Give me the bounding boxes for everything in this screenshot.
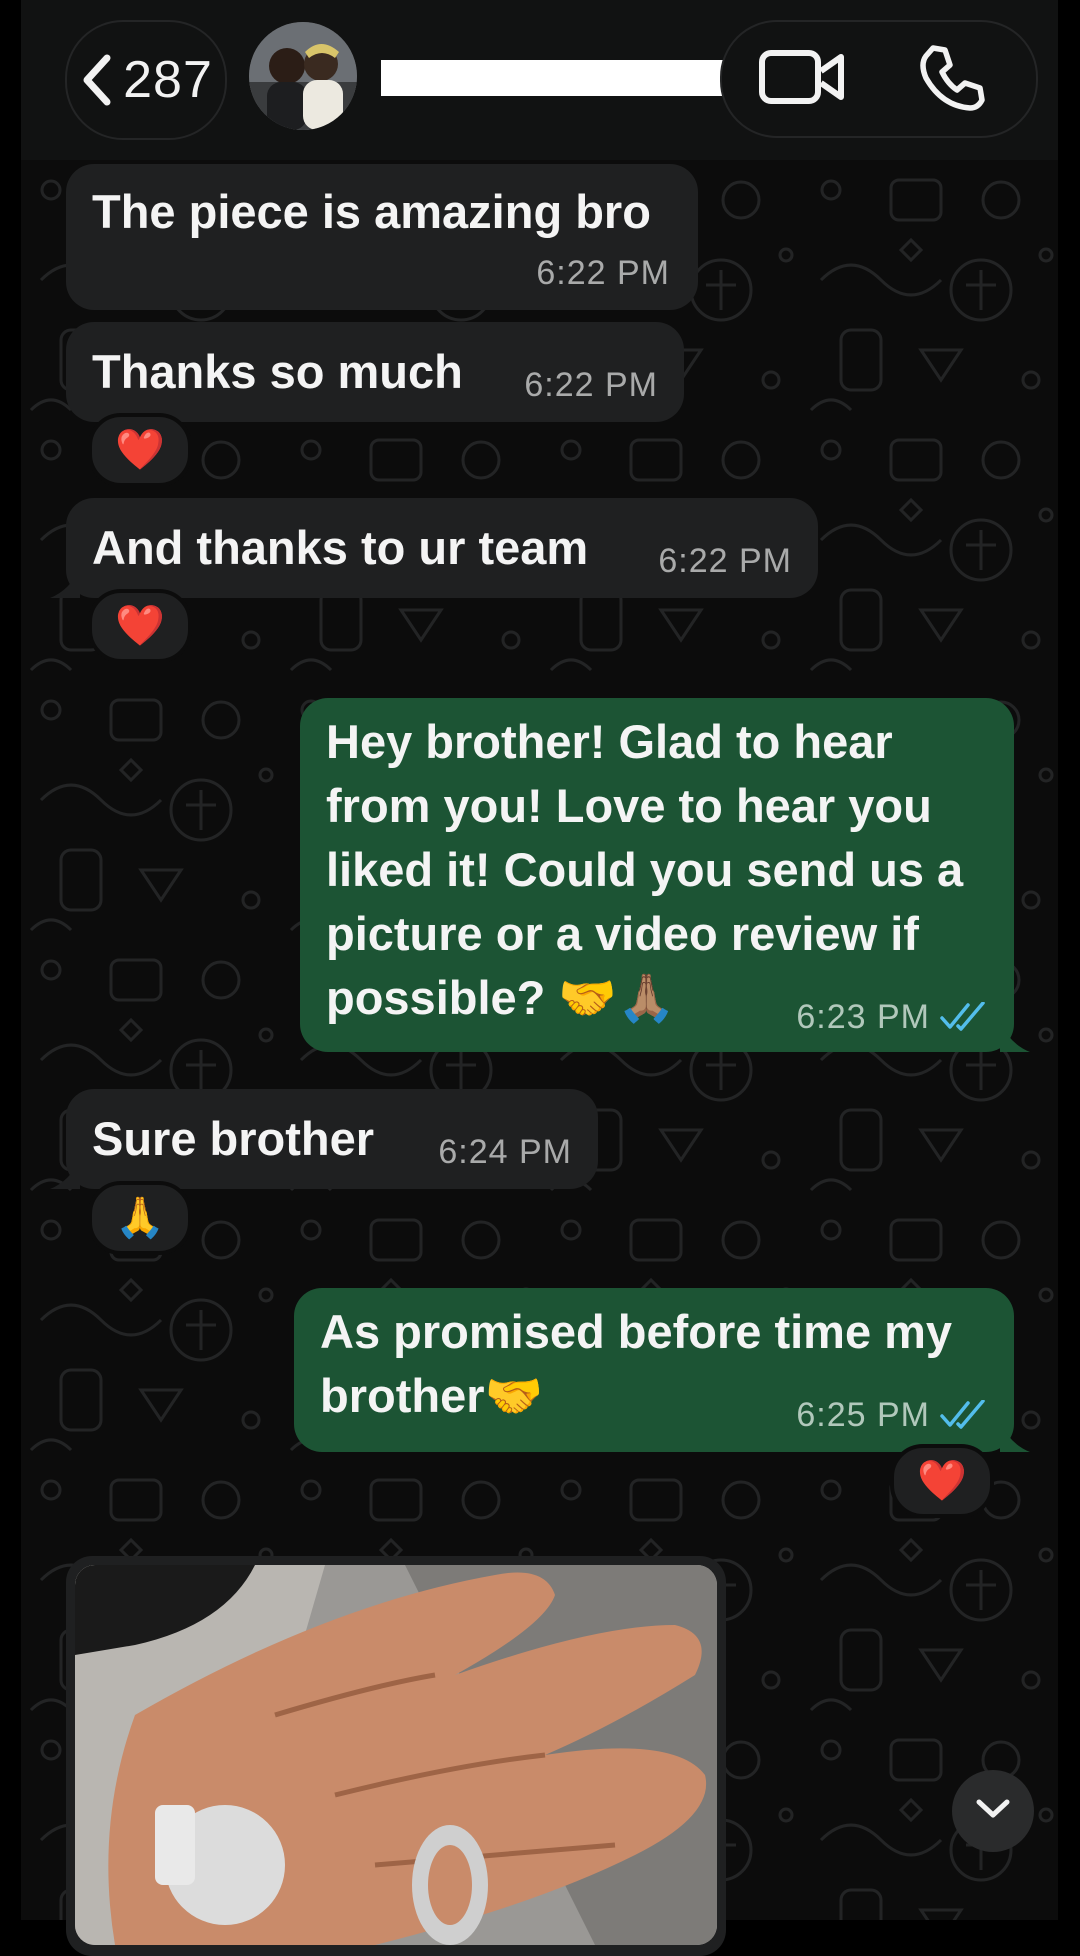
voice-call-button[interactable]: [892, 22, 1012, 136]
chevron-down-icon: [973, 1797, 1013, 1826]
message-line: Hey brother! Glad to hear: [326, 715, 893, 768]
contact-name-redacted[interactable]: [381, 60, 737, 96]
incoming-message[interactable]: Sure brother 6:24 PM: [50, 1089, 598, 1189]
incoming-message[interactable]: And thanks to ur team 6:22 PM: [50, 498, 818, 598]
message-time: 6:22 PM: [536, 254, 670, 292]
message-text: Thanks so much: [92, 345, 463, 398]
scroll-to-bottom-button[interactable]: [952, 1770, 1034, 1852]
bubble-tail: [50, 568, 80, 598]
screen-edge-left: [0, 0, 21, 1920]
incoming-message[interactable]: The piece is amazing bro 6:22 PM: [66, 164, 698, 310]
phone-icon: [917, 42, 987, 117]
message-time: 6:25 PM: [796, 1396, 930, 1434]
outgoing-message[interactable]: Hey brother! Glad to hear from you! Love…: [300, 698, 1030, 1052]
message-line: possible? 🤝🙏🏽: [326, 971, 676, 1024]
incoming-message[interactable]: Thanks so much 6:22 PM: [66, 322, 684, 422]
avatar-photo: [249, 22, 357, 130]
message-reaction[interactable]: ❤️: [88, 413, 192, 487]
contact-avatar[interactable]: [249, 22, 357, 130]
message-text: The piece is amazing bro: [92, 185, 651, 238]
incoming-photo-message[interactable]: [66, 1556, 726, 1956]
message-text: And thanks to ur team: [92, 521, 589, 574]
bubble-tail: [50, 1159, 80, 1189]
message-reaction[interactable]: ❤️: [88, 589, 192, 663]
read-receipt-icon: [940, 1400, 985, 1429]
chat-header: 287: [21, 0, 1058, 160]
message-time: 6:23 PM: [796, 998, 930, 1036]
outgoing-message[interactable]: As promised before time my brother🤝 6:25…: [294, 1288, 1030, 1452]
message-text: Sure brother: [92, 1112, 375, 1165]
message-reaction[interactable]: ❤️: [890, 1444, 994, 1518]
message-time: 6:22 PM: [524, 366, 658, 404]
message-line: liked it! Could you send us a: [326, 843, 964, 896]
video-call-button[interactable]: [742, 22, 862, 136]
unread-count: 287: [123, 51, 213, 109]
message-photo[interactable]: [75, 1565, 717, 1945]
message-time: 6:24 PM: [438, 1133, 572, 1171]
call-actions: [720, 20, 1038, 138]
message-line: picture or a video review if: [326, 907, 919, 960]
photo-hand-with-rings: [75, 1565, 717, 1945]
screen-edge-right: [1058, 0, 1080, 1920]
bubble-tail: [1000, 1422, 1030, 1452]
back-button[interactable]: 287: [65, 20, 227, 140]
bubble-tail: [1000, 1022, 1030, 1052]
message-line: As promised before time my: [320, 1305, 953, 1358]
chevron-left-icon: [79, 54, 113, 106]
read-receipt-icon: [940, 1002, 985, 1031]
message-line: brother🤝: [320, 1369, 544, 1422]
message-time: 6:22 PM: [658, 542, 792, 580]
message-reaction[interactable]: 🙏: [88, 1181, 192, 1255]
video-camera-icon: [759, 49, 845, 110]
message-line: from you! Love to hear you: [326, 779, 932, 832]
